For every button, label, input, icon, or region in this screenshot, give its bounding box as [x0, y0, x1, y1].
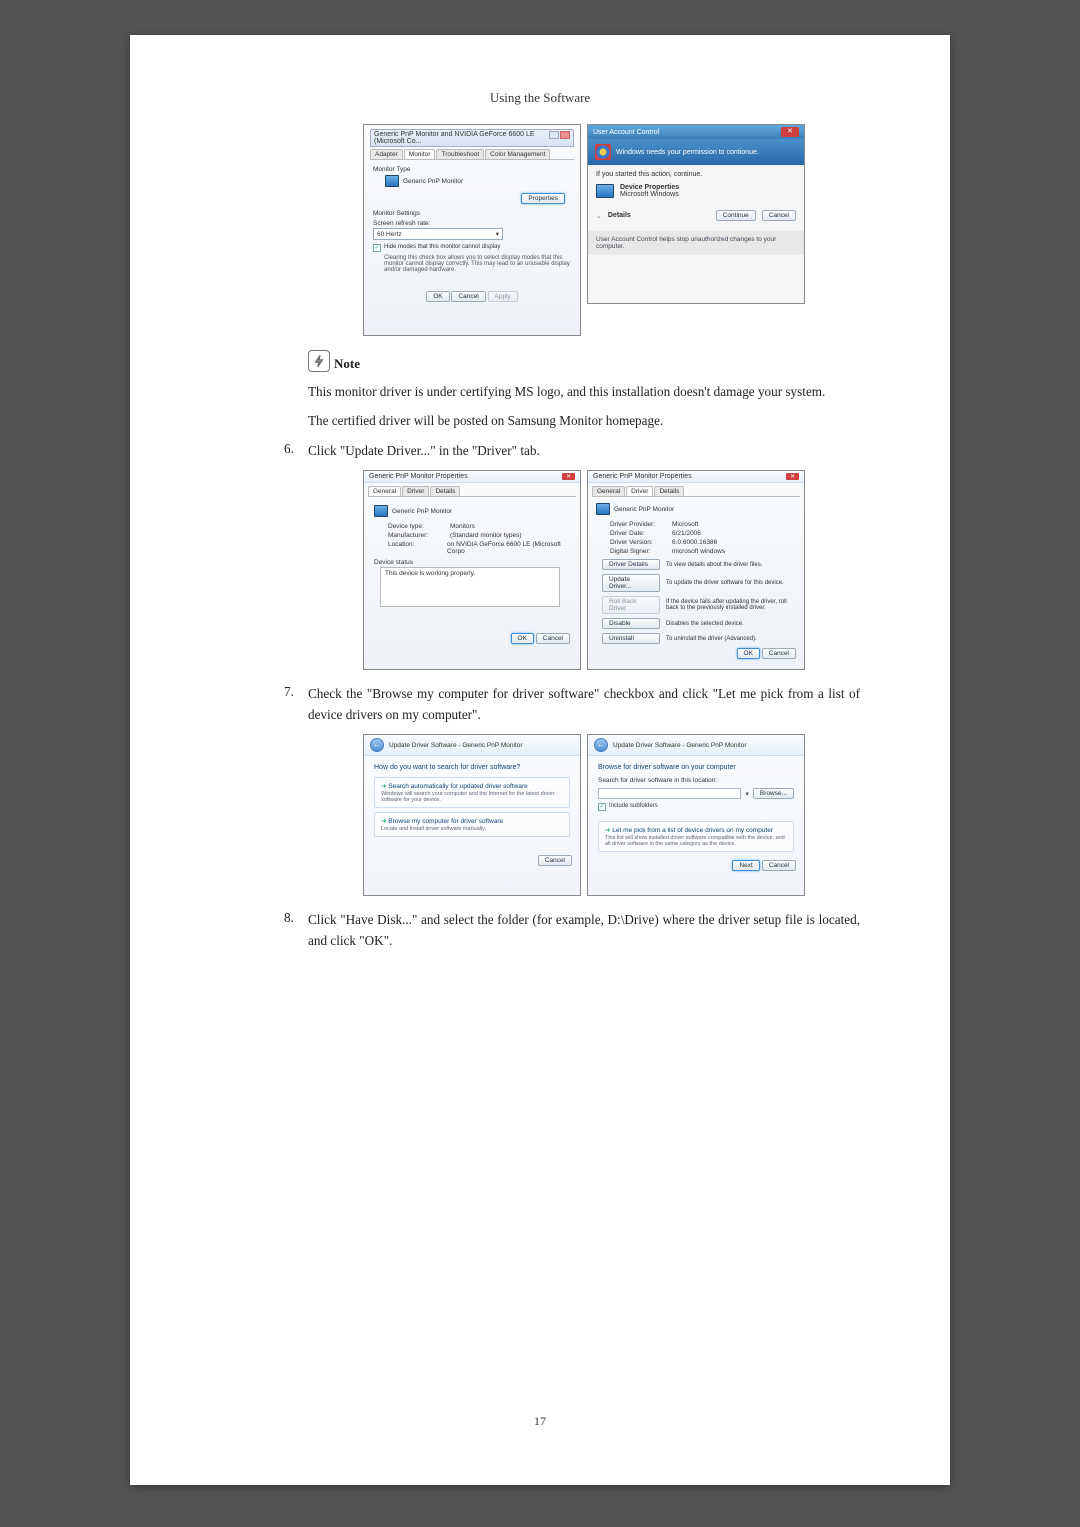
back-icon[interactable]: ← — [370, 738, 384, 752]
wizard-heading: How do you want to search for driver sof… — [374, 764, 570, 771]
cancel-button[interactable]: Cancel — [451, 291, 485, 302]
disable-button[interactable]: Disable — [602, 618, 660, 629]
monitor-type-label: Monitor Type — [373, 166, 571, 173]
close-icon[interactable]: ✕ — [786, 473, 799, 480]
window-title: Generic PnP Monitor and NVIDIA GeForce 6… — [374, 131, 549, 145]
screenshot-row-3: ← Update Driver Software - Generic PnP M… — [308, 734, 860, 896]
device-status-label: Device status — [374, 559, 574, 566]
uninstall-button[interactable]: Uninstall — [602, 633, 660, 644]
monitor-settings-label: Monitor Settings — [373, 210, 571, 217]
next-button[interactable]: Next — [732, 860, 759, 871]
chevron-down-icon: ⌄ — [596, 212, 602, 220]
rollback-driver-button: Roll Back Driver — [602, 596, 660, 614]
uac-banner-text: Windows needs your permission to contion… — [616, 149, 759, 156]
monitor-name: Generic PnP Monitor — [614, 506, 674, 513]
refresh-rate-dropdown[interactable]: 60 Hertz ▾ — [373, 228, 503, 240]
option-browse-computer[interactable]: ➜ Browse my computer for driver software… — [374, 812, 570, 837]
screenshot-monitor-properties: Generic PnP Monitor and NVIDIA GeForce 6… — [363, 124, 581, 336]
location-input[interactable] — [598, 788, 741, 799]
wizard-heading: Browse for driver software on your compu… — [598, 764, 794, 771]
device-icon — [596, 184, 614, 198]
include-subfolders-checkbox[interactable]: ✓ — [598, 803, 606, 811]
continue-button[interactable]: Continue — [716, 210, 756, 221]
ok-button[interactable]: OK — [737, 648, 760, 659]
apply-button: Apply — [488, 291, 518, 302]
shield-icon — [595, 144, 611, 160]
uac-footer-text: User Account Control helps stop unauthor… — [588, 231, 804, 255]
close-icon[interactable]: ✕ — [562, 473, 575, 480]
note-text-1: This monitor driver is under certifying … — [308, 382, 860, 402]
breadcrumb: Update Driver Software - Generic PnP Mon… — [613, 742, 747, 749]
tab-details[interactable]: Details — [430, 486, 460, 496]
browse-button[interactable]: Browse... — [753, 788, 794, 799]
screenshot-props-general: Generic PnP Monitor Properties ✕ General… — [363, 470, 581, 670]
driver-details-button[interactable]: Driver Details — [602, 559, 660, 570]
tab-general[interactable]: General — [592, 486, 625, 496]
tab-details[interactable]: Details — [654, 486, 684, 496]
tabs: Adapter Monitor Troubleshoot Color Manag… — [370, 149, 574, 160]
status-textarea: This device is working properly. — [380, 567, 560, 607]
uac-item-vendor: Microsoft Windows — [620, 191, 679, 198]
screenshot-uac: User Account Control ✕ Windows needs you… — [587, 124, 805, 304]
uac-started-text: If you started this action, continue. — [596, 171, 796, 178]
monitor-name: Generic PnP Monitor — [403, 178, 463, 185]
option-let-me-pick[interactable]: ➜ Let me pick from a list of device driv… — [598, 821, 794, 852]
tab-troubleshoot[interactable]: Troubleshoot — [436, 149, 484, 159]
include-subfolders-label: Include subfolders — [609, 803, 658, 809]
tab-color-management[interactable]: Color Management — [485, 149, 550, 159]
tab-adapter[interactable]: Adapter — [370, 149, 403, 159]
monitor-icon — [374, 505, 388, 517]
monitor-icon — [596, 503, 610, 515]
tab-general[interactable]: General — [368, 486, 401, 496]
cancel-button[interactable]: Cancel — [538, 855, 572, 866]
properties-button[interactable]: Properties — [521, 193, 565, 204]
screenshot-update-search: ← Update Driver Software - Generic PnP M… — [363, 734, 581, 896]
screenshot-row-1: Generic PnP Monitor and NVIDIA GeForce 6… — [308, 124, 860, 336]
cancel-button[interactable]: Cancel — [762, 860, 796, 871]
ok-button[interactable]: OK — [426, 291, 449, 302]
note-callout: Note — [308, 350, 860, 372]
chevron-down-icon: ▾ — [496, 230, 499, 238]
step-7: 7. Check the "Browse my computer for dri… — [284, 684, 860, 725]
back-icon[interactable]: ← — [594, 738, 608, 752]
step-6: 6. Click "Update Driver..." in the "Driv… — [284, 441, 860, 461]
screenshot-row-2: Generic PnP Monitor Properties ✕ General… — [308, 470, 860, 670]
tab-driver[interactable]: Driver — [402, 486, 429, 496]
cancel-button[interactable]: Cancel — [536, 633, 570, 644]
uac-title: User Account Control — [593, 129, 659, 136]
update-driver-button[interactable]: Update Driver... — [602, 574, 660, 592]
close-icon[interactable]: ✕ — [781, 127, 799, 137]
option-search-auto[interactable]: ➜ Search automatically for updated drive… — [374, 777, 570, 808]
details-toggle[interactable]: Details — [608, 212, 710, 219]
hide-modes-label: Hide modes that this monitor cannot disp… — [384, 244, 500, 250]
screenshot-props-driver: Generic PnP Monitor Properties ✕ General… — [587, 470, 805, 670]
breadcrumb: Update Driver Software - Generic PnP Mon… — [389, 742, 523, 749]
search-location-label: Search for driver software in this locat… — [598, 777, 794, 784]
document-page: Using the Software Generic PnP Monitor a… — [130, 35, 950, 1485]
tab-driver[interactable]: Driver — [626, 486, 653, 496]
note-icon — [308, 350, 330, 372]
tab-monitor[interactable]: Monitor — [404, 149, 436, 159]
window-title: Generic PnP Monitor Properties — [593, 473, 692, 480]
note-label: Note — [334, 356, 360, 372]
uac-item-name: Device Properties — [620, 184, 679, 191]
close-icon[interactable] — [560, 131, 570, 139]
cancel-button[interactable]: Cancel — [762, 648, 796, 659]
minimize-icon[interactable] — [549, 131, 559, 139]
hide-modes-desc: Clearing this check box allows you to se… — [384, 255, 571, 273]
window-title: Generic PnP Monitor Properties — [369, 473, 468, 480]
monitor-name: Generic PnP Monitor — [392, 508, 452, 515]
page-number: 17 — [130, 1414, 950, 1429]
monitor-icon — [385, 175, 399, 187]
refresh-rate-label: Screen refresh rate: — [373, 220, 571, 227]
screenshot-update-browse: ← Update Driver Software - Generic PnP M… — [587, 734, 805, 896]
ok-button[interactable]: OK — [511, 633, 534, 644]
cancel-button[interactable]: Cancel — [762, 210, 796, 221]
note-text-2: The certified driver will be posted on S… — [308, 411, 860, 431]
step-8: 8. Click "Have Disk..." and select the f… — [284, 910, 860, 951]
page-header: Using the Software — [220, 90, 860, 106]
hide-modes-checkbox[interactable]: ✓ — [373, 244, 381, 252]
chevron-down-icon: ▾ — [745, 790, 749, 798]
